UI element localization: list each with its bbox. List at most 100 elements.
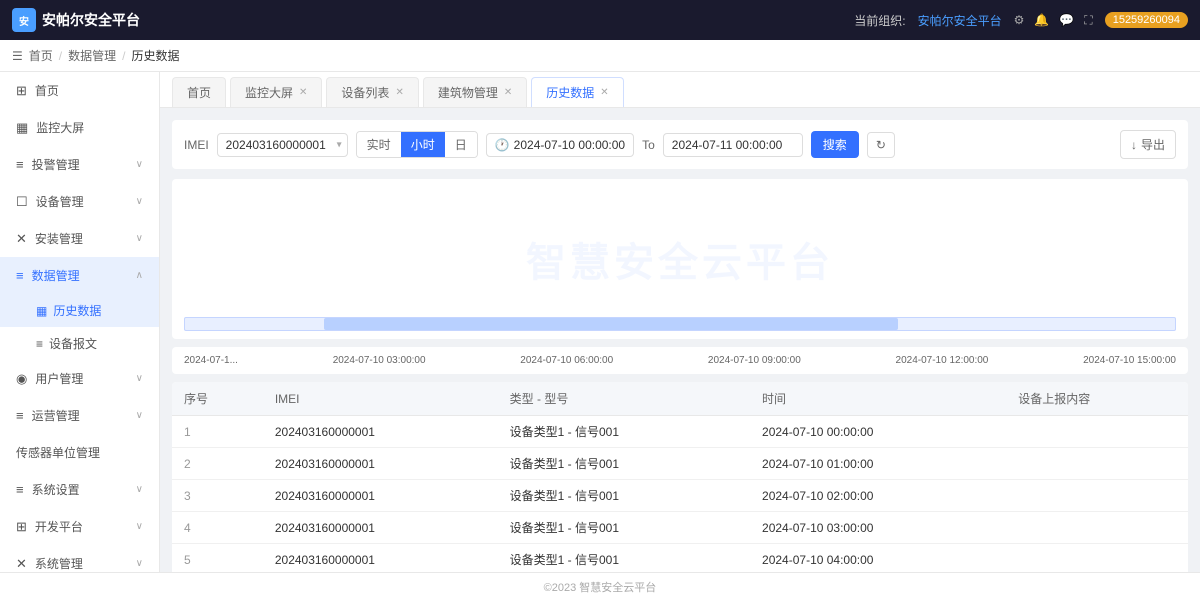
breadcrumb-sep1: / <box>59 49 62 63</box>
history-table: 序号 IMEI 类型 - 型号 时间 设备上报内容 1 202403160000… <box>172 382 1188 572</box>
tab-monitor[interactable]: 监控大屏 ✕ <box>230 77 322 107</box>
sidebar-item-alarm[interactable]: ≡投警管理 ∨ <box>0 146 159 183</box>
tab-building[interactable]: 建筑物管理 ✕ <box>423 77 527 107</box>
arrow-sysadmin: ∨ <box>136 558 143 569</box>
cell-time: 2024-07-10 02:00:00 <box>750 480 1006 512</box>
cell-content <box>1006 416 1188 448</box>
sidebar: ⊞首页 ▦监控大屏 ≡投警管理 ∨ ☐设备管理 ∨ ✕ 安装管理 ∨ ≡数据管理 … <box>0 72 160 572</box>
sidebar-child-report[interactable]: ≡ 设备报文 <box>0 327 159 360</box>
sidebar-label-install: 安装管理 <box>35 230 83 247</box>
cell-type: 设备类型1 - 信号001 <box>498 512 750 544</box>
arrow-install: ∨ <box>136 233 143 244</box>
fullscreen-icon[interactable]: ⛶ <box>1084 13 1092 28</box>
export-button[interactable]: ↓ 导出 <box>1120 130 1176 159</box>
sidebar-item-device[interactable]: ☐设备管理 ∨ <box>0 183 159 220</box>
notification-icon[interactable]: 💬 <box>1059 13 1074 27</box>
install-icon: ✕ <box>16 231 27 247</box>
time-btn-hour[interactable]: 小时 <box>401 132 445 157</box>
tl-label-5: 2024-07-10 15:00:00 <box>1083 355 1176 366</box>
sidebar-item-install[interactable]: ✕ 安装管理 ∨ <box>0 220 159 257</box>
sidebar-item-user[interactable]: ◉用户管理 ∨ <box>0 360 159 397</box>
home-icon: ⊞ <box>16 83 27 99</box>
user-badge[interactable]: 15259260094 <box>1105 12 1188 28</box>
imei-select-wrapper: 202403160000001 <box>217 133 348 157</box>
cell-type: 设备类型1 - 信号001 <box>498 416 750 448</box>
sidebar-child-history[interactable]: ▦ 历史数据 <box>0 294 159 327</box>
cell-content <box>1006 544 1188 573</box>
cell-content <box>1006 448 1188 480</box>
col-time: 时间 <box>750 382 1006 416</box>
monitor-icon: ▦ <box>16 120 28 136</box>
table-header-row: 序号 IMEI 类型 - 型号 时间 设备上报内容 <box>172 382 1188 416</box>
tab-home[interactable]: 首页 <box>172 77 226 107</box>
cell-time: 2024-07-10 01:00:00 <box>750 448 1006 480</box>
sidebar-label-sensor: 传感器单位管理 <box>16 444 100 461</box>
sidebar-label-sysadmin: 系统管理 <box>35 555 83 572</box>
sidebar-item-data[interactable]: ≡数据管理 ∧ <box>0 257 159 294</box>
start-date-value: 2024-07-10 00:00:00 <box>514 138 625 152</box>
sidebar-item-monitor[interactable]: ▦监控大屏 <box>0 109 159 146</box>
arrow-alarm: ∨ <box>136 159 143 170</box>
end-date-input[interactable]: 2024-07-11 00:00:00 <box>663 133 803 157</box>
header-icons: ⚙ 🔔 💬 ⛶ <box>1014 13 1093 28</box>
table-body: 1 202403160000001 设备类型1 - 信号001 2024-07-… <box>172 416 1188 573</box>
tab-device-list[interactable]: 设备列表 ✕ <box>326 77 418 107</box>
user-icon: ◉ <box>16 371 27 387</box>
cell-type: 设备类型1 - 信号001 <box>498 480 750 512</box>
imei-select[interactable]: 202403160000001 <box>217 133 348 157</box>
table-row: 4 202403160000001 设备类型1 - 信号001 2024-07-… <box>172 512 1188 544</box>
watermark: 智慧安全云平台 <box>172 179 1188 339</box>
cell-time: 2024-07-10 04:00:00 <box>750 544 1006 573</box>
imei-label: IMEI <box>184 138 209 152</box>
cell-content <box>1006 480 1188 512</box>
chart-area: 智慧安全云平台 <box>172 179 1188 339</box>
sidebar-item-sysadmin[interactable]: ✕系统管理 ∨ <box>0 545 159 572</box>
time-btn-realtime[interactable]: 实时 <box>357 132 401 157</box>
sidebar-label-device: 设备管理 <box>36 193 84 210</box>
time-btn-day[interactable]: 日 <box>445 132 477 157</box>
tab-device-list-close[interactable]: ✕ <box>395 87 403 98</box>
sidebar-child-label-report: 设备报文 <box>49 335 97 352</box>
search-button[interactable]: 搜索 <box>811 131 859 158</box>
sidebar-label-devplatform: 开发平台 <box>35 518 83 535</box>
arrow-settings: ∨ <box>136 484 143 495</box>
sidebar-label-settings: 系统设置 <box>32 481 80 498</box>
cell-type: 设备类型1 - 信号001 <box>498 544 750 573</box>
current-org-label: 当前组织: <box>854 12 905 29</box>
cell-imei: 202403160000001 <box>263 544 498 573</box>
sidebar-item-devplatform[interactable]: ⊞开发平台 ∨ <box>0 508 159 545</box>
sidebar-item-operation[interactable]: ≡运营管理 ∨ <box>0 397 159 434</box>
tab-monitor-close[interactable]: ✕ <box>299 87 307 98</box>
sidebar-label-data: 数据管理 <box>32 267 80 284</box>
breadcrumb-home[interactable]: 首页 <box>29 47 53 64</box>
tab-building-close[interactable]: ✕ <box>504 87 512 98</box>
sidebar-item-settings[interactable]: ≡系统设置 ∨ <box>0 471 159 508</box>
cell-num: 4 <box>172 512 263 544</box>
breadcrumb-data[interactable]: 数据管理 <box>68 47 116 64</box>
logo-icon: 安 <box>12 8 36 32</box>
sidebar-item-home[interactable]: ⊞首页 <box>0 72 159 109</box>
tab-history[interactable]: 历史数据 ✕ <box>531 77 623 107</box>
col-imei: IMEI <box>263 382 498 416</box>
sidebar-item-sensor[interactable]: 传感器单位管理 <box>0 434 159 471</box>
tab-history-close[interactable]: ✕ <box>600 87 608 98</box>
export-icon: ↓ <box>1131 138 1137 152</box>
cell-content <box>1006 512 1188 544</box>
current-org[interactable]: 安帕尔安全平台 <box>918 12 1002 29</box>
header-right: 当前组织: 安帕尔安全平台 ⚙ 🔔 💬 ⛶ 15259260094 <box>854 12 1188 29</box>
logo: 安 安帕尔安全平台 <box>12 8 140 32</box>
menu-icon[interactable]: ☰ <box>12 49 23 63</box>
bell-icon[interactable]: 🔔 <box>1034 13 1049 27</box>
refresh-button[interactable]: ↻ <box>867 132 895 158</box>
tl-label-3: 2024-07-10 09:00:00 <box>708 355 801 366</box>
arrow-devplatform: ∨ <box>136 521 143 532</box>
breadcrumb: ☰ 首页 / 数据管理 / 历史数据 <box>0 40 1200 72</box>
alarm-icon: ≡ <box>16 157 24 172</box>
table-row: 2 202403160000001 设备类型1 - 信号001 2024-07-… <box>172 448 1188 480</box>
settings-icon[interactable]: ⚙ <box>1014 13 1025 27</box>
col-type: 类型 - 型号 <box>498 382 750 416</box>
table-row: 5 202403160000001 设备类型1 - 信号001 2024-07-… <box>172 544 1188 573</box>
operation-icon: ≡ <box>16 408 24 423</box>
start-date-input[interactable]: 🕐 2024-07-10 00:00:00 <box>486 133 634 157</box>
top-header: 安 安帕尔安全平台 当前组织: 安帕尔安全平台 ⚙ 🔔 💬 ⛶ 15259260… <box>0 0 1200 40</box>
